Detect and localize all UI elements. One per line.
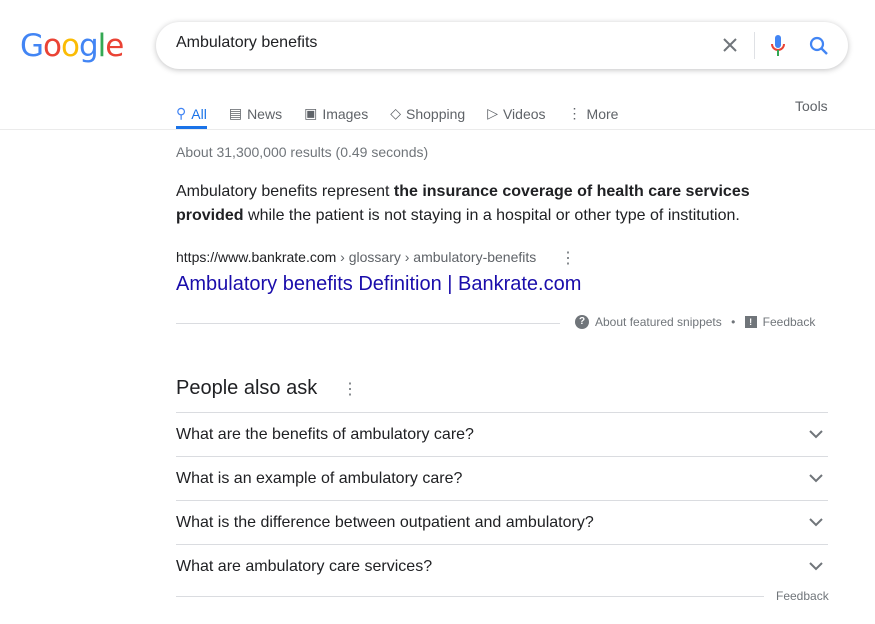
tab-videos[interactable]: ▷ Videos: [487, 98, 545, 129]
about-featured-snippets-link[interactable]: About featured snippets: [595, 315, 722, 329]
divider: [754, 32, 755, 59]
image-icon: ▣: [304, 105, 318, 121]
cite-path: › glossary › ambulatory-benefits: [336, 249, 537, 265]
separator-dot: •: [727, 315, 739, 329]
question-item[interactable]: What are the benefits of ambulatory care…: [176, 412, 828, 456]
search-tabs: ⚲ All ▤ News ▣ Images ◇ Shopping ▷ Videos ⋮ Mo…: [176, 98, 640, 129]
result-stats: About 31,300,000 results (0.49 seconds): [176, 144, 429, 160]
more-vert-icon: ⋮: [567, 105, 582, 121]
help-icon: ?: [575, 315, 589, 329]
question-text: What are ambulatory care services?: [176, 557, 433, 575]
tag-icon: ◇: [390, 105, 402, 121]
question-text: What are the benefits of ambulatory care…: [176, 425, 474, 443]
chevron-down-icon: [809, 430, 823, 439]
question-item[interactable]: What is an example of ambulatory care?: [176, 456, 828, 500]
feedback-icon: !: [744, 316, 757, 328]
chevron-down-icon: [809, 562, 823, 571]
tab-label: All: [191, 105, 207, 122]
divider: [176, 323, 560, 324]
tab-label: Images: [322, 105, 369, 122]
divider: [0, 129, 875, 130]
snippet-text: Ambulatory benefits represent: [176, 183, 394, 200]
question-item[interactable]: What are ambulatory care services?: [176, 544, 828, 588]
question-text: What is the difference between outpatien…: [176, 513, 594, 531]
tab-shopping[interactable]: ◇ Shopping: [390, 98, 465, 129]
tools-button[interactable]: Tools: [795, 98, 828, 116]
search-box: [156, 22, 848, 69]
question-text: What is an example of ambulatory care?: [176, 469, 463, 487]
news-icon: ▤: [228, 105, 243, 121]
tab-label: News: [247, 105, 283, 122]
chevron-down-icon: [809, 474, 823, 483]
feedback-link[interactable]: Feedback: [763, 315, 816, 329]
cite-domain: https://www.bankrate.com: [176, 249, 337, 265]
chevron-down-icon: [809, 518, 823, 527]
search-input[interactable]: [176, 34, 696, 52]
tab-images[interactable]: ▣ Images: [304, 98, 368, 129]
google-logo[interactable]: Google: [20, 28, 124, 64]
tab-label: Videos: [502, 105, 546, 122]
divider: [176, 596, 764, 597]
tab-more[interactable]: ⋮ More: [568, 98, 619, 129]
result-title-link[interactable]: Ambulatory benefits Definition | Bankrat…: [176, 273, 581, 296]
feedback-link[interactable]: Feedback: [776, 589, 829, 603]
play-icon: ▷: [487, 105, 498, 121]
clear-icon[interactable]: [722, 37, 738, 53]
snippet-text: while the patient is not staying in a ho…: [243, 207, 740, 224]
question-item[interactable]: What is the difference between outpatien…: [176, 500, 828, 544]
result-url[interactable]: https://www.bankrate.com › glossary › am…: [176, 249, 536, 265]
people-also-ask-heading: People also ask: [176, 377, 318, 399]
tab-all[interactable]: ⚲ All: [176, 98, 207, 129]
search-icon[interactable]: [809, 36, 829, 56]
tab-label: More: [586, 105, 619, 122]
featured-snippet-text: Ambulatory benefits represent the insura…: [176, 180, 816, 228]
tab-news[interactable]: ▤ News: [229, 98, 282, 129]
tab-label: Shopping: [406, 105, 466, 122]
more-options-icon[interactable]: ⋮: [560, 248, 576, 268]
search-icon: ⚲: [176, 105, 187, 121]
microphone-icon[interactable]: [771, 35, 785, 57]
more-options-icon[interactable]: ⋮: [342, 379, 358, 399]
